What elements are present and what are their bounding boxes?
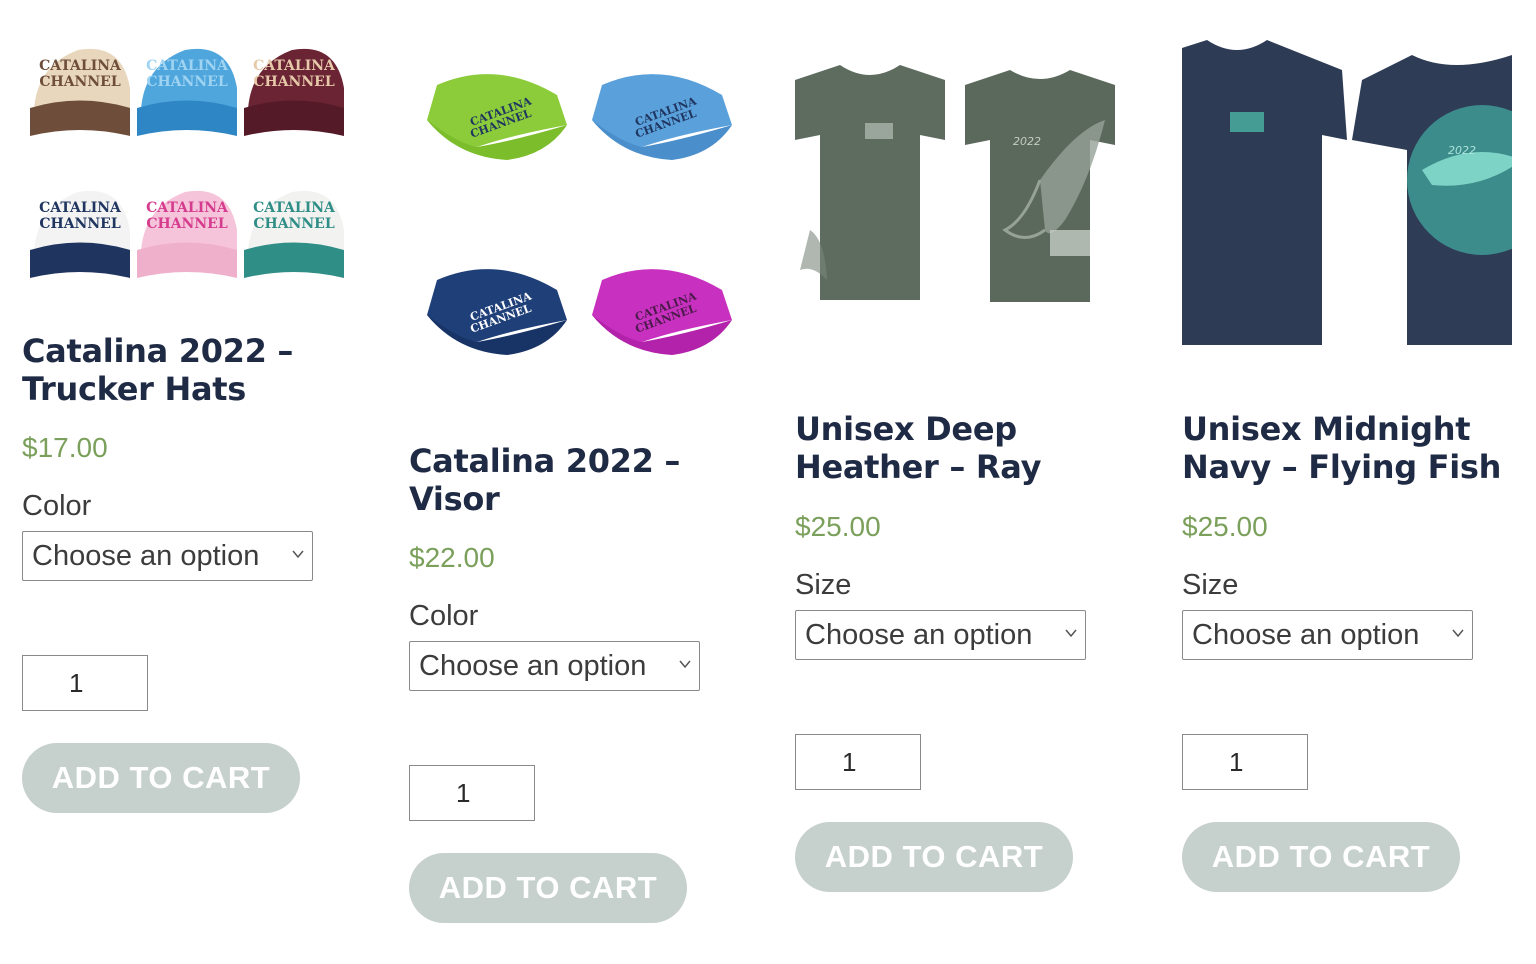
tshirt-front [795, 65, 945, 300]
chevron-down-icon [679, 660, 691, 669]
svg-text:CHANNEL: CHANNEL [253, 74, 334, 90]
tshirt-front [1182, 40, 1347, 345]
product-title-line1[interactable]: Catalina 2022 – [22, 332, 293, 370]
select-value: Choose an option [805, 618, 1033, 651]
svg-text:CHANNEL: CHANNEL [253, 216, 334, 232]
svg-text:CATALINA: CATALINA [39, 200, 122, 216]
add-to-cart-button[interactable]: ADD TO CART [795, 822, 1073, 892]
quantity-input[interactable]: 1 [795, 734, 921, 790]
trucker-hat-maroon: CATALINA CHANNEL [244, 48, 344, 136]
visor-green: CATALINA CHANNEL [427, 74, 567, 160]
product-price: $25.00 [1182, 511, 1268, 542]
trucker-hat-blue: CATALINA CHANNEL [137, 48, 237, 136]
chevron-down-icon [292, 550, 304, 559]
attribute-label: Color [409, 600, 479, 632]
tshirt-back: 2022 [965, 70, 1115, 302]
visor-magenta: CATALINA CHANNEL [592, 269, 732, 355]
product-image-visor[interactable]: CATALINA CHANNEL CATALINA CHANNEL CATALI… [409, 55, 739, 375]
trucker-hat-brown: CATALINA CHANNEL [30, 48, 130, 136]
svg-text:CATALINA: CATALINA [146, 200, 229, 216]
svg-text:CHANNEL: CHANNEL [146, 216, 227, 232]
tshirt-year-text: 2022 [1448, 144, 1476, 157]
add-to-cart-button[interactable]: ADD TO CART [22, 743, 300, 813]
size-select[interactable]: Choose an option [795, 610, 1086, 660]
select-value: Choose an option [32, 539, 260, 572]
product-title-line2[interactable]: Trucker Hats [22, 370, 246, 408]
quantity-input[interactable]: 1 [409, 765, 535, 821]
tshirt-back: 2022 [1352, 55, 1512, 345]
product-title[interactable]: Catalina 2022 – Visor [409, 442, 739, 518]
trucker-hat-teal: CATALINA CHANNEL [244, 190, 344, 278]
select-value: Choose an option [1192, 618, 1420, 651]
trucker-hat-pink: CATALINA CHANNEL [137, 190, 237, 278]
product-price: $17.00 [22, 432, 108, 463]
select-value: Choose an option [419, 649, 647, 682]
tshirt-year-text: 2022 [1013, 135, 1041, 148]
product-title[interactable]: Unisex Deep Heather – Ray [795, 410, 1125, 486]
product-title-line1[interactable]: Unisex Midnight [1182, 410, 1471, 448]
product-title-line1[interactable]: Catalina 2022 – [409, 442, 680, 480]
chevron-down-icon [1065, 629, 1077, 638]
product-price: $22.00 [409, 542, 495, 573]
svg-text:CATALINA: CATALINA [253, 58, 336, 74]
visor-blue: CATALINA CHANNEL [592, 74, 732, 160]
attribute-label: Size [795, 569, 852, 601]
svg-text:CATALINA: CATALINA [253, 200, 336, 216]
product-price: $25.00 [795, 511, 881, 542]
quantity-input[interactable]: 1 [1182, 734, 1308, 790]
svg-text:CHANNEL: CHANNEL [39, 216, 120, 232]
attribute-label: Size [1182, 569, 1239, 601]
product-image-midnight-navy-flying-fish[interactable]: 2022 [1182, 40, 1512, 350]
attribute-label: Color [22, 490, 92, 522]
svg-text:CHANNEL: CHANNEL [146, 74, 227, 90]
trucker-hat-navy: CATALINA CHANNEL [30, 190, 130, 278]
add-to-cart-button[interactable]: ADD TO CART [1182, 822, 1460, 892]
color-select[interactable]: Choose an option [409, 641, 700, 691]
chevron-down-icon [1452, 629, 1464, 638]
size-select[interactable]: Choose an option [1182, 610, 1473, 660]
product-title-line1[interactable]: Unisex Deep [795, 410, 1017, 448]
quantity-input[interactable]: 1 [22, 655, 148, 711]
product-image-deep-heather-ray[interactable]: 2022 [795, 65, 1125, 315]
product-title[interactable]: Unisex Midnight Navy – Flying Fish [1182, 410, 1512, 486]
color-select[interactable]: Choose an option [22, 531, 313, 581]
svg-text:CATALINA: CATALINA [146, 58, 229, 74]
svg-text:CHANNEL: CHANNEL [39, 74, 120, 90]
add-to-cart-button[interactable]: ADD TO CART [409, 853, 687, 923]
visor-navy: CATALINA CHANNEL [427, 269, 567, 355]
product-title-line2[interactable]: Heather – Ray [795, 448, 1041, 486]
svg-text:CATALINA: CATALINA [39, 58, 122, 74]
product-title[interactable]: Catalina 2022 – Trucker Hats [22, 332, 352, 408]
product-image-trucker-hats[interactable]: CATALINA CHANNEL CATALINA CHANNEL CATALI… [22, 30, 352, 320]
product-title-line2[interactable]: Visor [409, 480, 500, 518]
product-title-line2[interactable]: Navy – Flying Fish [1182, 448, 1501, 486]
